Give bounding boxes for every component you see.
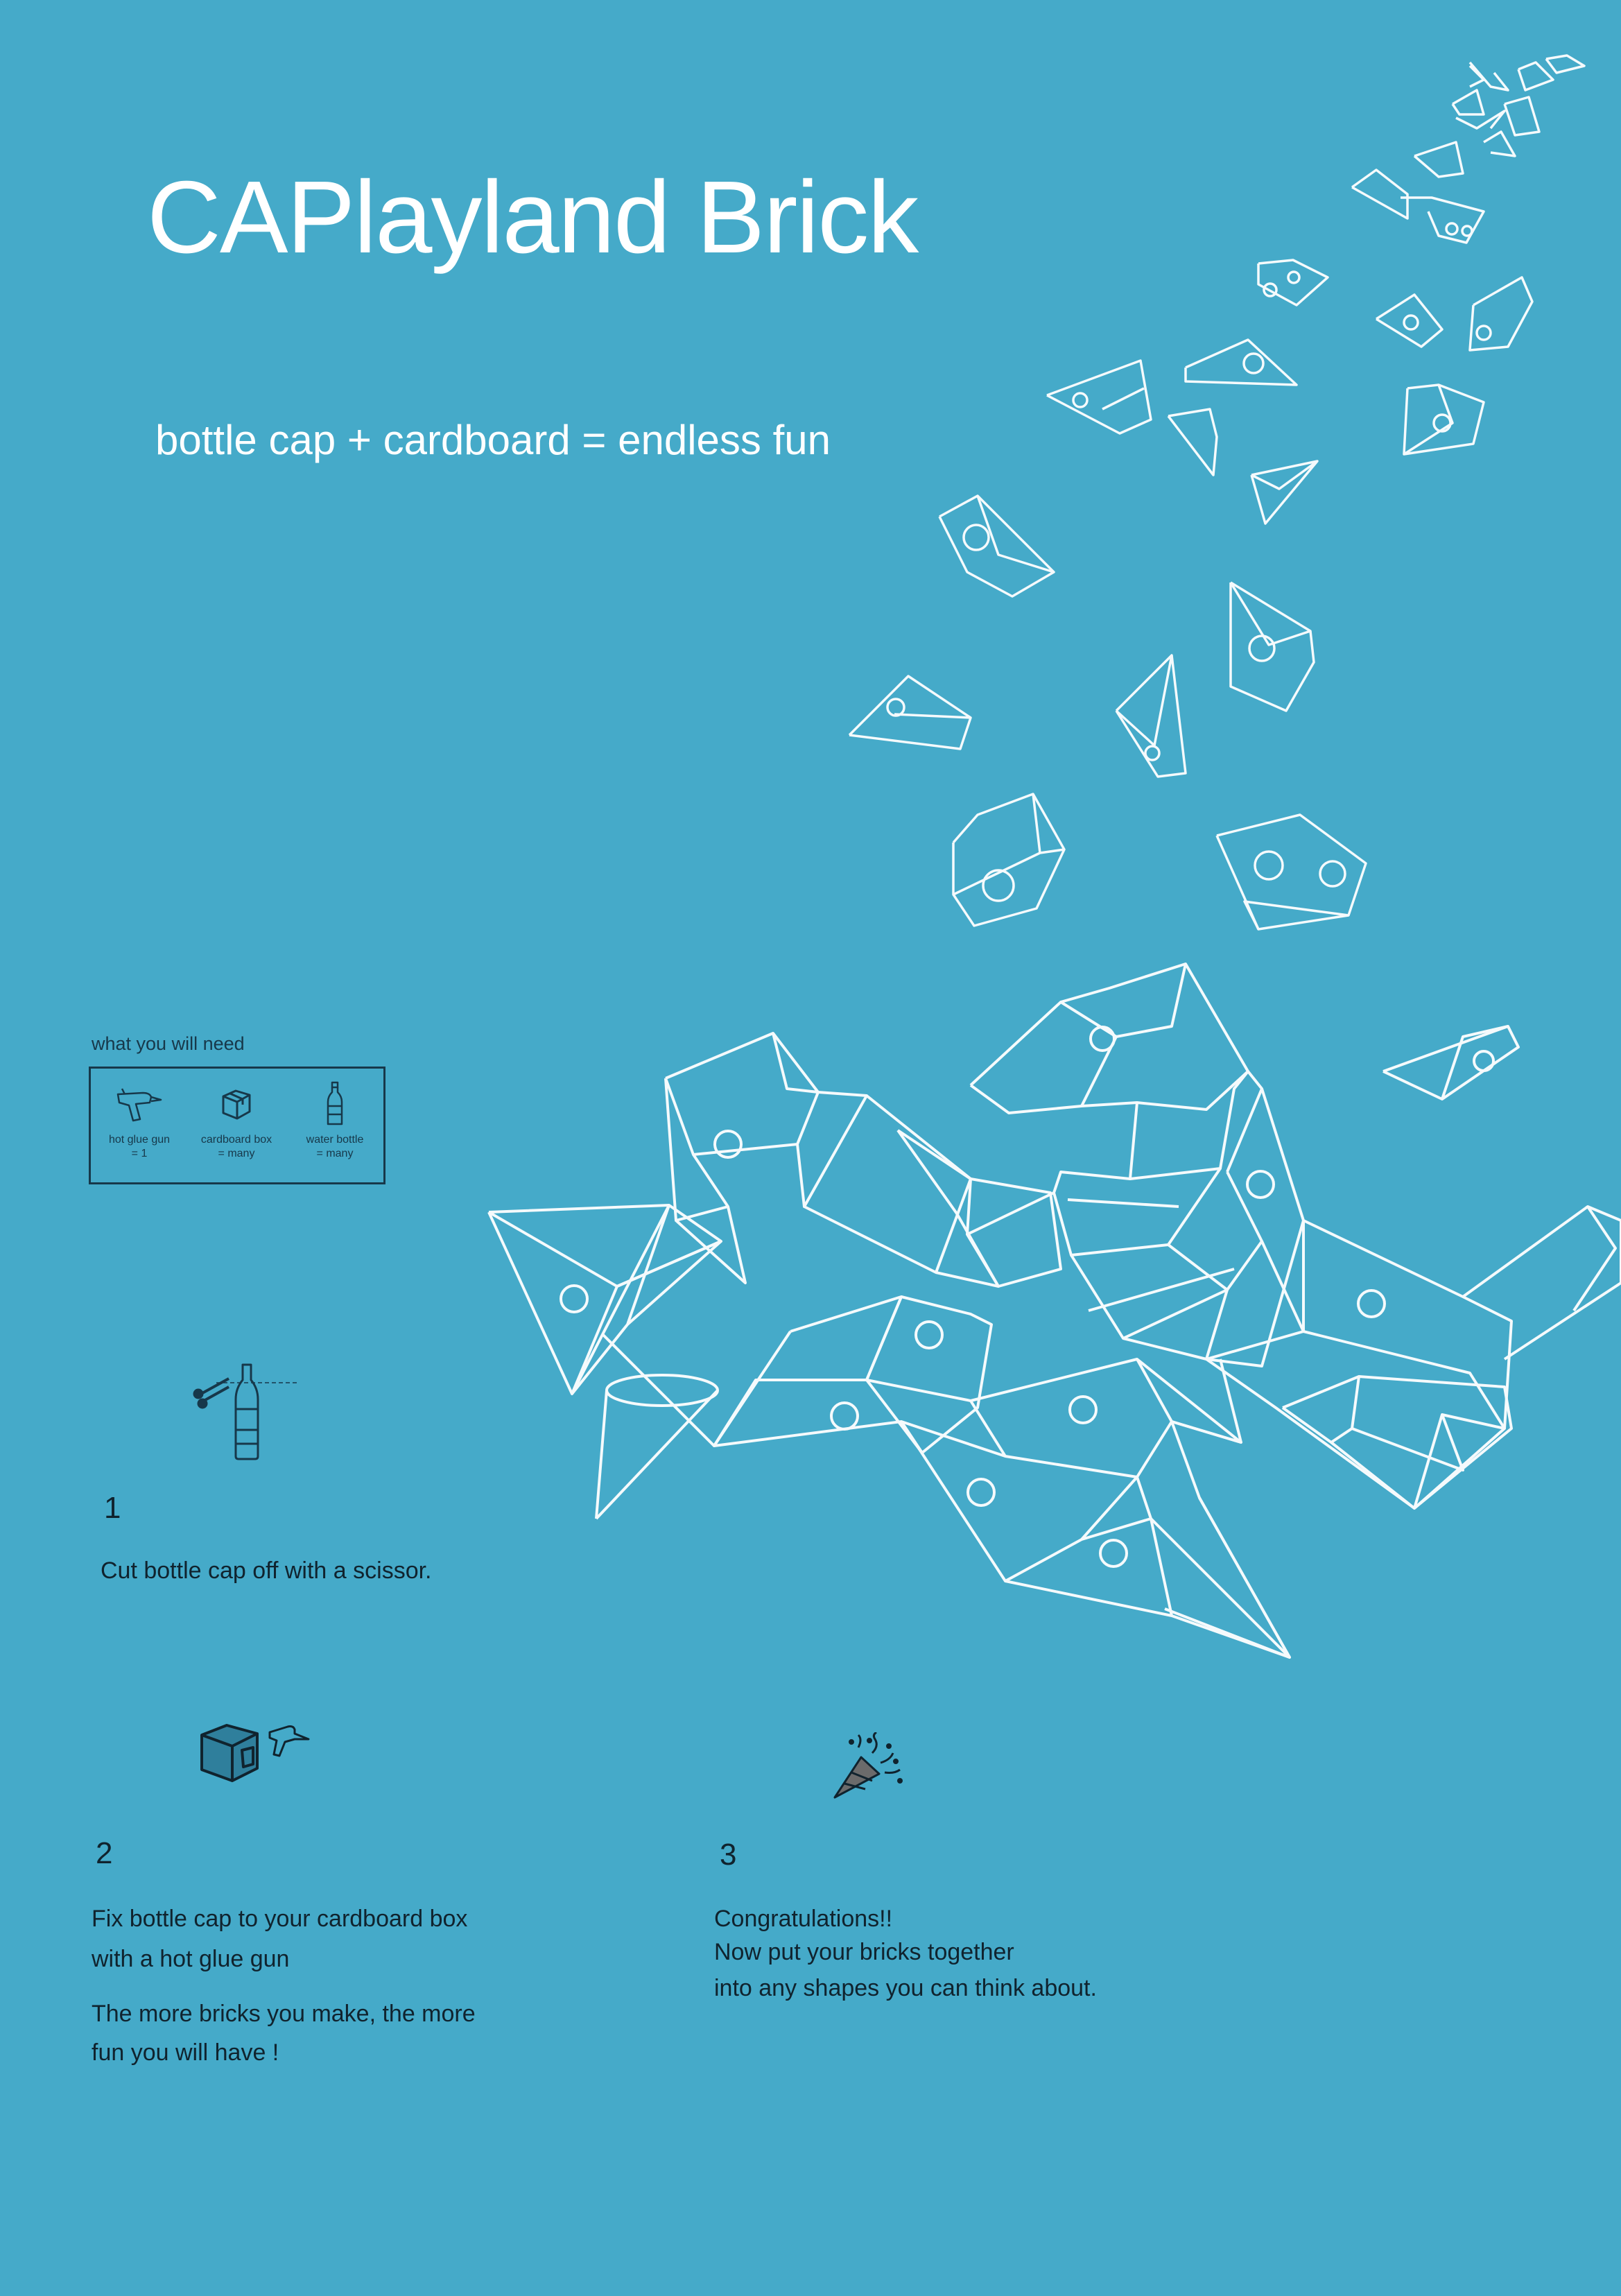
step-2-text-line-4: fun you will have ! [92,2039,279,2066]
water-bottle-icon [327,1081,343,1125]
step-3-text-line-2: Now put your bricks together [714,1939,1014,1965]
material-qty: = 1 [131,1148,148,1159]
material-qty: = many [218,1148,255,1159]
material-name: water bottle [306,1134,364,1146]
poster-subtitle: bottle cap + cardboard = endless fun [155,417,831,463]
step-1-number: 1 [104,1491,121,1525]
material-item-glue-gun: hot glue gun = 1 [91,1082,188,1160]
step-2-text-line-2: with a hot glue gun [92,1946,290,1972]
step-1-text: Cut bottle cap off with a scissor. [101,1557,432,1584]
material-item-cardboard-box: cardboard box = many [188,1082,285,1160]
party-popper-icon [833,1732,903,1799]
floating-bricks [848,54,1586,931]
box-glue-gun-icon [200,1724,310,1782]
scissors-bottle-icon [193,1363,300,1460]
materials-box: hot glue gun = 1 cardboard box = many wa… [89,1067,385,1184]
step-3-text-line-3: into any shapes you can think about. [714,1975,1097,2001]
material-qty: = many [316,1148,354,1159]
hot-glue-gun-icon [116,1088,162,1122]
step-2-text-line-3: The more bricks you make, the more [92,2001,476,2027]
step-2-text-line-1: Fix bottle cap to your cardboard box [92,1906,468,1932]
materials-label: what you will need [92,1033,245,1054]
material-name: hot glue gun [108,1134,171,1146]
poster-title: CAPlayland Brick [147,160,919,275]
cardboard-box-icon [222,1089,251,1120]
material-item-water-bottle: water bottle = many [286,1081,383,1160]
step-2-number: 2 [96,1836,113,1870]
material-name: cardboard box [200,1134,272,1146]
assembled-structure [487,963,1621,1659]
step-3-number: 3 [720,1838,737,1872]
